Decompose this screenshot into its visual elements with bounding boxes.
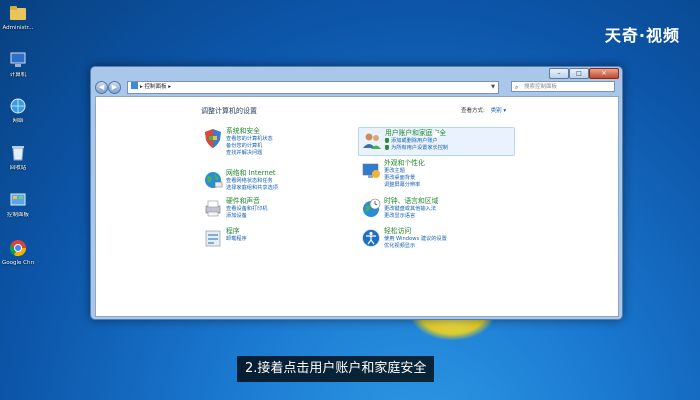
desktop-icon-chrome[interactable]: Google Chrome — [2, 238, 34, 267]
category-link[interactable]: 添加设备 — [226, 213, 268, 220]
navigation-bar: ◀ ▶ ▸ 控制面板 ▸ ▼ ⌕ 搜索控制面板 — [91, 80, 622, 94]
view-by: 查看方式: 类别 ▾ — [461, 106, 506, 114]
category-hardware-sound[interactable]: 硬件和声音 查看设备和打印机 添加设备 — [202, 197, 322, 223]
title-bar[interactable]: – □ ✕ — [91, 67, 622, 79]
recycle-bin-icon — [8, 143, 28, 163]
minimize-button[interactable]: – — [549, 68, 569, 79]
category-heading[interactable]: 硬件和声音 — [226, 197, 268, 206]
maximize-button[interactable]: □ — [569, 68, 589, 79]
category-ease-of-access[interactable]: 轻松访问 使用 Windows 建议的设置 优化视频显示 — [360, 227, 480, 253]
category-clock-language-region[interactable]: 时钟、语言和区域 更改键盘或其他输入法 更改显示语言 — [360, 197, 480, 223]
category-programs[interactable]: 程序 卸载程序 — [202, 227, 322, 249]
subtitle-caption: 2.接着点击用户账户和家庭安全 — [237, 356, 435, 382]
control-panel-small-icon — [131, 82, 138, 89]
category-network-internet[interactable]: 网络和 Internet 查看网络状态和任务 选择家庭组和共享选项 — [202, 169, 322, 195]
category-appearance[interactable]: 外观和个性化 更改主题 更改桌面背景 调整屏幕分辨率 — [360, 159, 480, 191]
programs-icon — [202, 227, 224, 249]
category-heading[interactable]: 网络和 Internet — [226, 169, 278, 178]
network-globe-icon — [202, 169, 224, 191]
category-link[interactable]: 更改显示语言 — [384, 213, 438, 220]
watermark-logo: 天奇·视频 — [604, 26, 680, 45]
desktop-icon-control-panel[interactable]: 控制面板 — [2, 190, 34, 219]
desktop-icon-computer[interactable]: 计算机 — [2, 50, 34, 79]
desktop-icon-recycle-bin[interactable]: 回收站 — [2, 143, 34, 172]
category-heading[interactable]: 系统和安全 — [226, 127, 273, 136]
category-link[interactable]: 查找并解决问题 — [226, 150, 273, 157]
network-icon — [8, 96, 28, 116]
users-icon — [361, 130, 383, 152]
address-dropdown-icon[interactable]: ▼ — [491, 82, 495, 93]
control-panel-icon — [8, 190, 28, 210]
breadcrumb-arrow-icon: ▸ — [166, 84, 172, 90]
category-link[interactable]: 为所有用户设置家长控制 — [385, 145, 448, 152]
search-icon: ⌕ — [515, 84, 519, 91]
page-title: 调整计算机的设置 — [201, 107, 257, 115]
category-link[interactable]: 卸载程序 — [226, 236, 247, 243]
category-link[interactable]: 优化视频显示 — [384, 243, 447, 250]
forward-button[interactable]: ▶ — [108, 81, 121, 94]
search-input[interactable]: ⌕ 搜索控制面板 — [511, 81, 615, 92]
category-link[interactable]: 调整屏幕分辨率 — [384, 182, 425, 189]
content-pane: 调整计算机的设置 查看方式: 类别 ▾ 系统和安全 查看您的计算机状态 备份您的… — [95, 96, 619, 317]
view-by-label: 查看方式: — [461, 108, 485, 114]
view-by-dropdown[interactable]: 类别 ▾ — [491, 108, 507, 114]
printer-icon — [202, 197, 224, 219]
folder-icon — [8, 3, 28, 23]
desktop-icon-network[interactable]: 网络 — [2, 96, 34, 125]
ease-of-access-icon — [360, 227, 382, 249]
category-system-security[interactable]: 系统和安全 查看您的计算机状态 备份您的计算机 查找并解决问题 — [202, 127, 322, 159]
back-button[interactable]: ◀ — [95, 81, 108, 94]
chrome-icon — [8, 238, 28, 258]
close-button[interactable]: ✕ — [589, 68, 619, 79]
desktop-icon-administrator[interactable]: Administr... — [2, 3, 34, 32]
shield-icon — [202, 127, 224, 149]
appearance-icon — [360, 159, 382, 181]
clock-globe-icon — [360, 197, 382, 219]
category-heading[interactable]: 程序 — [226, 227, 247, 236]
category-heading[interactable]: 轻松访问 — [384, 227, 447, 236]
computer-icon — [8, 50, 28, 70]
category-heading[interactable]: 外观和个性化 — [384, 159, 425, 168]
category-heading[interactable]: 时钟、语言和区域 — [384, 197, 438, 206]
control-panel-window: – □ ✕ ◀ ▶ ▸ 控制面板 ▸ ▼ ⌕ 搜索控制面板 调整计算机的设置 查… — [90, 66, 623, 320]
address-bar[interactable]: ▸ 控制面板 ▸ ▼ — [127, 81, 499, 94]
category-link[interactable]: 选择家庭组和共享选项 — [226, 185, 278, 192]
address-text: 控制面板 — [144, 84, 167, 90]
search-placeholder: 搜索控制面板 — [524, 84, 558, 90]
